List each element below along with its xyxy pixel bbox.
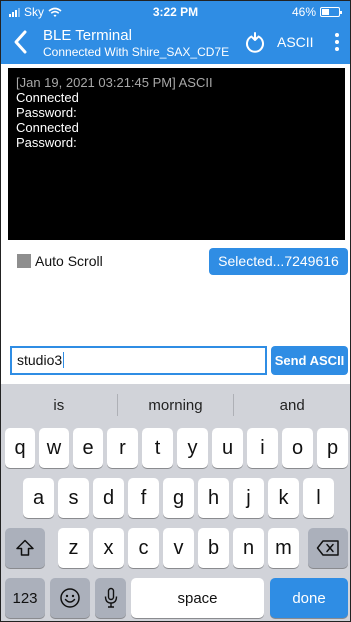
suggestion-item[interactable]: is <box>1 397 117 414</box>
terminal-line: Connected <box>16 120 79 135</box>
auto-scroll-toggle[interactable]: Auto Scroll <box>17 253 103 269</box>
suggestion-item[interactable]: and <box>234 397 350 414</box>
microphone-icon[interactable] <box>95 578 126 618</box>
key-y[interactable]: y <box>177 428 208 468</box>
suggestion-item[interactable]: morning <box>118 397 234 414</box>
auto-scroll-label: Auto Scroll <box>35 253 103 269</box>
key-s[interactable]: s <box>58 478 89 518</box>
shift-icon[interactable] <box>5 528 45 568</box>
key-z[interactable]: z <box>58 528 89 568</box>
key-l[interactable]: l <box>303 478 334 518</box>
space-key[interactable]: space <box>131 578 264 618</box>
key-g[interactable]: g <box>163 478 194 518</box>
key-i[interactable]: i <box>247 428 278 468</box>
key-r[interactable]: r <box>107 428 138 468</box>
key-p[interactable]: p <box>317 428 348 468</box>
terminal-line: Connected <box>16 90 79 105</box>
send-ascii-button[interactable]: Send ASCII <box>271 346 348 375</box>
emoji-icon[interactable] <box>50 578 90 618</box>
message-input[interactable]: studio3 <box>10 346 267 375</box>
key-c[interactable]: c <box>128 528 159 568</box>
numbers-key[interactable]: 123 <box>5 578 45 618</box>
key-a[interactable]: a <box>23 478 54 518</box>
backspace-icon[interactable] <box>308 528 348 568</box>
app-header: Sky 3:22 PM 46% BLE Terminal Connected W… <box>1 1 350 64</box>
message-input-value: studio3 <box>17 352 63 368</box>
status-right: 46% <box>291 5 342 19</box>
key-f[interactable]: f <box>128 478 159 518</box>
status-bar: Sky 3:22 PM 46% <box>1 1 350 21</box>
key-n[interactable]: n <box>233 528 264 568</box>
refresh-icon[interactable] <box>244 31 266 53</box>
suggestion-bar: is morning and <box>1 384 350 426</box>
key-x[interactable]: x <box>93 528 124 568</box>
terminal-output[interactable]: [Jan 19, 2021 03:21:45 PM] ASCII Connect… <box>8 68 345 240</box>
phone-screen: Sky 3:22 PM 46% BLE Terminal Connected W… <box>0 0 351 622</box>
battery-icon <box>320 7 342 17</box>
key-w[interactable]: w <box>39 428 69 468</box>
text-caret <box>63 352 65 368</box>
battery-percent: 46% <box>291 5 316 19</box>
key-u[interactable]: u <box>212 428 243 468</box>
key-m[interactable]: m <box>268 528 299 568</box>
key-h[interactable]: h <box>198 478 229 518</box>
key-v[interactable]: v <box>163 528 194 568</box>
auto-scroll-checkbox[interactable] <box>17 254 31 268</box>
ascii-mode-button[interactable]: ASCII <box>277 34 314 50</box>
terminal-line: Password: <box>16 105 77 120</box>
key-o[interactable]: o <box>282 428 313 468</box>
back-icon[interactable] <box>11 29 31 55</box>
key-b[interactable]: b <box>198 528 229 568</box>
key-k[interactable]: k <box>268 478 299 518</box>
keyboard: is morning and q w e r t y u i o p a s d… <box>1 384 350 621</box>
connection-subtitle: Connected With Shire_SAX_CD7E <box>43 45 230 59</box>
nav-bar: BLE Terminal Connected With Shire_SAX_CD… <box>1 21 350 64</box>
done-key[interactable]: done <box>270 578 348 618</box>
key-t[interactable]: t <box>142 428 173 468</box>
terminal-line: [Jan 19, 2021 03:21:45 PM] ASCII <box>16 75 213 90</box>
more-icon[interactable] <box>332 31 342 53</box>
key-q[interactable]: q <box>5 428 35 468</box>
key-d[interactable]: d <box>93 478 124 518</box>
terminal-line: Password: <box>16 135 77 150</box>
selected-device-button[interactable]: Selected...7249616 <box>209 248 348 275</box>
key-e[interactable]: e <box>73 428 103 468</box>
page-title: BLE Terminal <box>43 27 132 44</box>
key-j[interactable]: j <box>233 478 264 518</box>
